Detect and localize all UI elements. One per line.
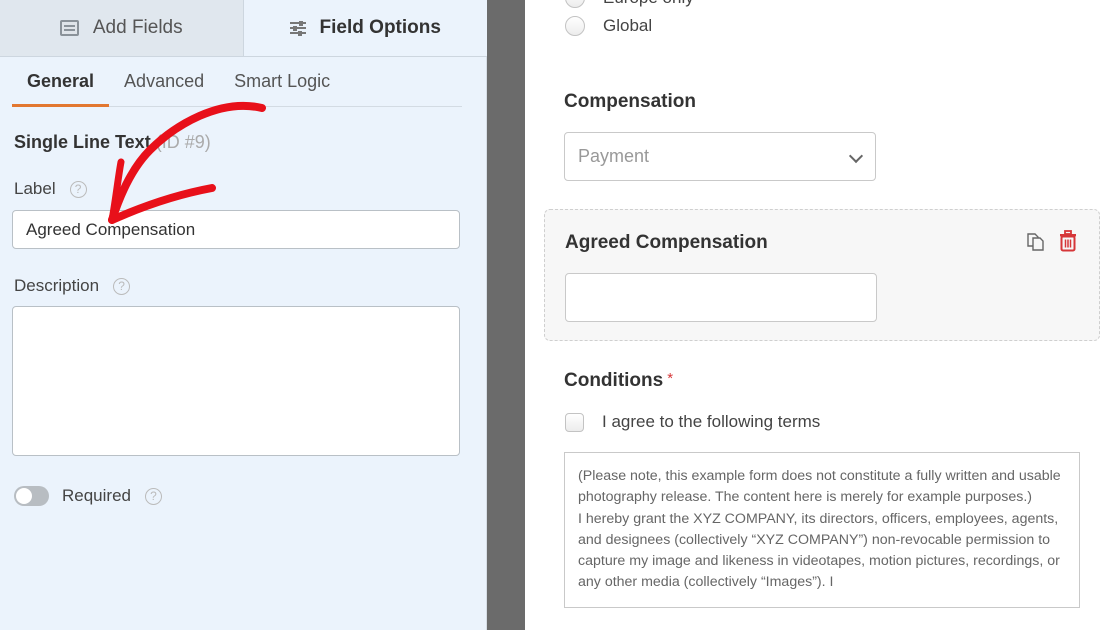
terms-checkbox-row[interactable]: I agree to the following terms [565,412,820,432]
terms-textbox[interactable]: (Please note, this example form does not… [564,452,1080,608]
agreed-compensation-input[interactable] [565,273,877,322]
label-input[interactable] [12,210,460,249]
label-field-text: Label [14,179,56,198]
field-type-name: Single Line Text [14,132,151,152]
field-id: (ID #9) [155,132,211,152]
sub-tab-smart-logic[interactable]: Smart Logic [219,57,345,107]
radio-label: Global [603,16,653,35]
trash-icon[interactable] [1059,230,1077,252]
field-type-heading: Single Line Text (ID #9) [14,132,211,153]
label-field-label: Label ? [14,179,87,199]
panel-tabs: Add Fields Field Options [0,0,487,57]
help-icon[interactable]: ? [113,277,131,295]
sub-tabs: General Advanced Smart Logic [12,57,462,107]
terms-paragraph: (Please note, this example form does not… [578,468,1061,506]
conditions-label: Conditions * [564,370,673,392]
description-field-label: Description ? [14,276,131,296]
terms-paragraph: I hereby grant the XYZ COMPANY, its dire… [578,510,1060,591]
selected-field-card[interactable]: Agreed Compensation [544,209,1100,341]
required-asterisk: * [667,370,674,387]
compensation-placeholder: Payment [578,146,650,166]
required-text: Required [62,486,131,505]
compensation-label: Compensation [564,91,696,112]
agreed-compensation-label: Agreed Compensation [565,232,768,253]
radio-button[interactable] [565,0,585,8]
terms-checkbox[interactable] [565,412,584,432]
form-preview: Europe only Global Compensation Payment … [525,0,1116,630]
field-options-panel: Add Fields Field Options General Advance… [0,0,487,630]
duplicate-icon[interactable] [1025,232,1045,252]
tab-field-options-label: Field Options [319,17,441,38]
sliders-icon [289,20,306,36]
chevron-down-icon [848,148,864,164]
radio-option[interactable]: Global [565,16,652,36]
compensation-select[interactable]: Payment [564,132,876,181]
tab-add-fields-label: Add Fields [92,17,183,38]
terms-checkbox-label: I agree to the following terms [602,412,821,431]
required-label: Required ? [62,486,162,506]
help-icon[interactable]: ? [69,180,87,198]
sub-tab-advanced[interactable]: Advanced [109,57,219,107]
list-icon [59,20,79,36]
tab-add-fields[interactable]: Add Fields [0,0,244,56]
description-field-text: Description [14,276,100,295]
help-icon[interactable]: ? [145,487,162,505]
panel-divider [487,0,525,630]
required-toggle[interactable] [14,486,49,506]
sub-tab-general[interactable]: General [12,57,110,107]
radio-button[interactable] [565,16,585,36]
tab-field-options[interactable]: Field Options [243,0,487,56]
description-textarea[interactable] [12,306,460,456]
radio-label: Europe only [603,0,694,8]
conditions-text: Conditions [564,370,664,391]
radio-option[interactable]: Europe only [565,0,694,8]
